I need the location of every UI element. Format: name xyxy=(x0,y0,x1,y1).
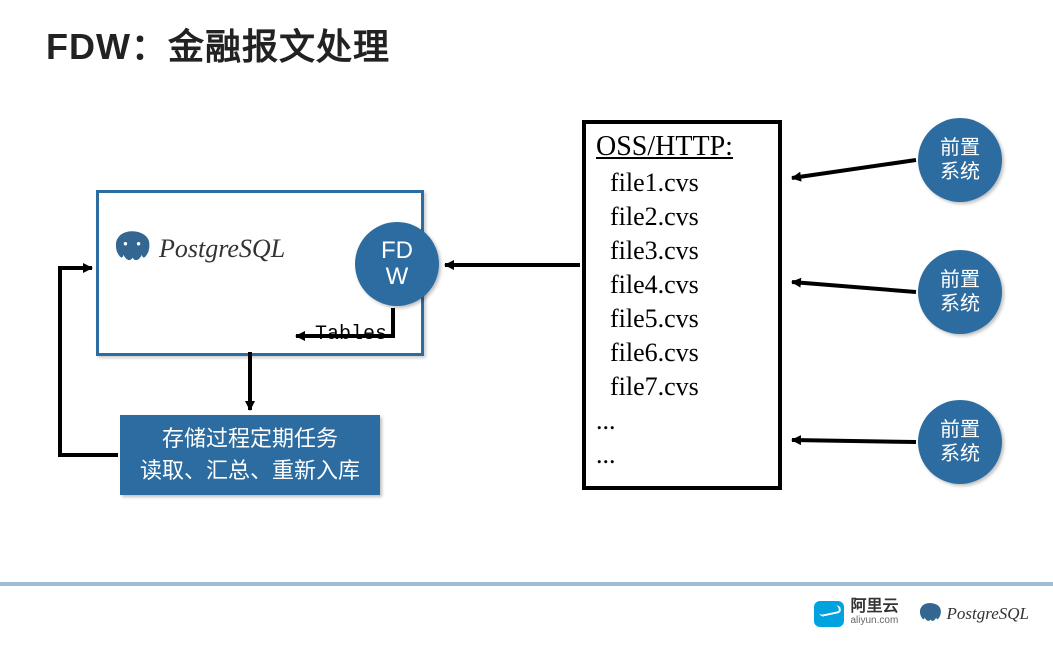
tables-label: Tables xyxy=(315,323,387,346)
elephant-icon xyxy=(111,228,153,270)
file-item: file5.cvs xyxy=(596,302,768,336)
proc-line1: 存储过程定期任务 xyxy=(162,423,338,455)
slide-title: FDW：金融报文处理 xyxy=(46,18,390,70)
file-item: file4.cvs xyxy=(596,268,768,302)
file-item: file1.cvs xyxy=(596,166,768,200)
title-sep: ： xyxy=(131,26,168,67)
aliyun-text: 阿里云 aliyun.com xyxy=(850,600,898,628)
arrow-front3-to-files xyxy=(792,440,916,442)
postgres-label: PostgreSQL xyxy=(159,234,285,264)
aliyun-icon xyxy=(814,601,844,627)
front-system-node: 前置 系统 xyxy=(918,400,1002,484)
footer-rule xyxy=(0,582,1053,586)
postgres-logo: PostgreSQL xyxy=(111,228,285,270)
file-item: file3.cvs xyxy=(596,234,768,268)
title-prefix: FDW xyxy=(46,26,131,67)
proc-line2: 读取、汇总、重新入库 xyxy=(140,455,360,487)
stored-proc-box: 存储过程定期任务 读取、汇总、重新入库 xyxy=(120,415,380,495)
postgres-footer-logo: PostgreSQL xyxy=(917,601,1030,627)
file-item: file2.cvs xyxy=(596,200,768,234)
elephant-icon xyxy=(917,601,943,627)
arrow-front2-to-files xyxy=(792,282,916,292)
file-dots: ... xyxy=(596,404,768,438)
file-list-header: OSS/HTTP: xyxy=(596,130,768,164)
file-dots: ... xyxy=(596,438,768,472)
front-system-node: 前置 系统 xyxy=(918,118,1002,202)
file-item: file7.cvs xyxy=(596,370,768,404)
fdw-label: FD W xyxy=(381,238,413,290)
file-item: file6.cvs xyxy=(596,336,768,370)
footer-logos: 阿里云 aliyun.com PostgreSQL xyxy=(814,600,1029,628)
fdw-node: FD W xyxy=(355,222,439,306)
front-system-node: 前置 系统 xyxy=(918,250,1002,334)
arrow-front1-to-files xyxy=(792,160,916,178)
file-list-box: OSS/HTTP: file1.cvs file2.cvs file3.cvs … xyxy=(582,120,782,490)
aliyun-logo: 阿里云 aliyun.com xyxy=(814,600,898,628)
title-rest: 金融报文处理 xyxy=(168,26,390,67)
